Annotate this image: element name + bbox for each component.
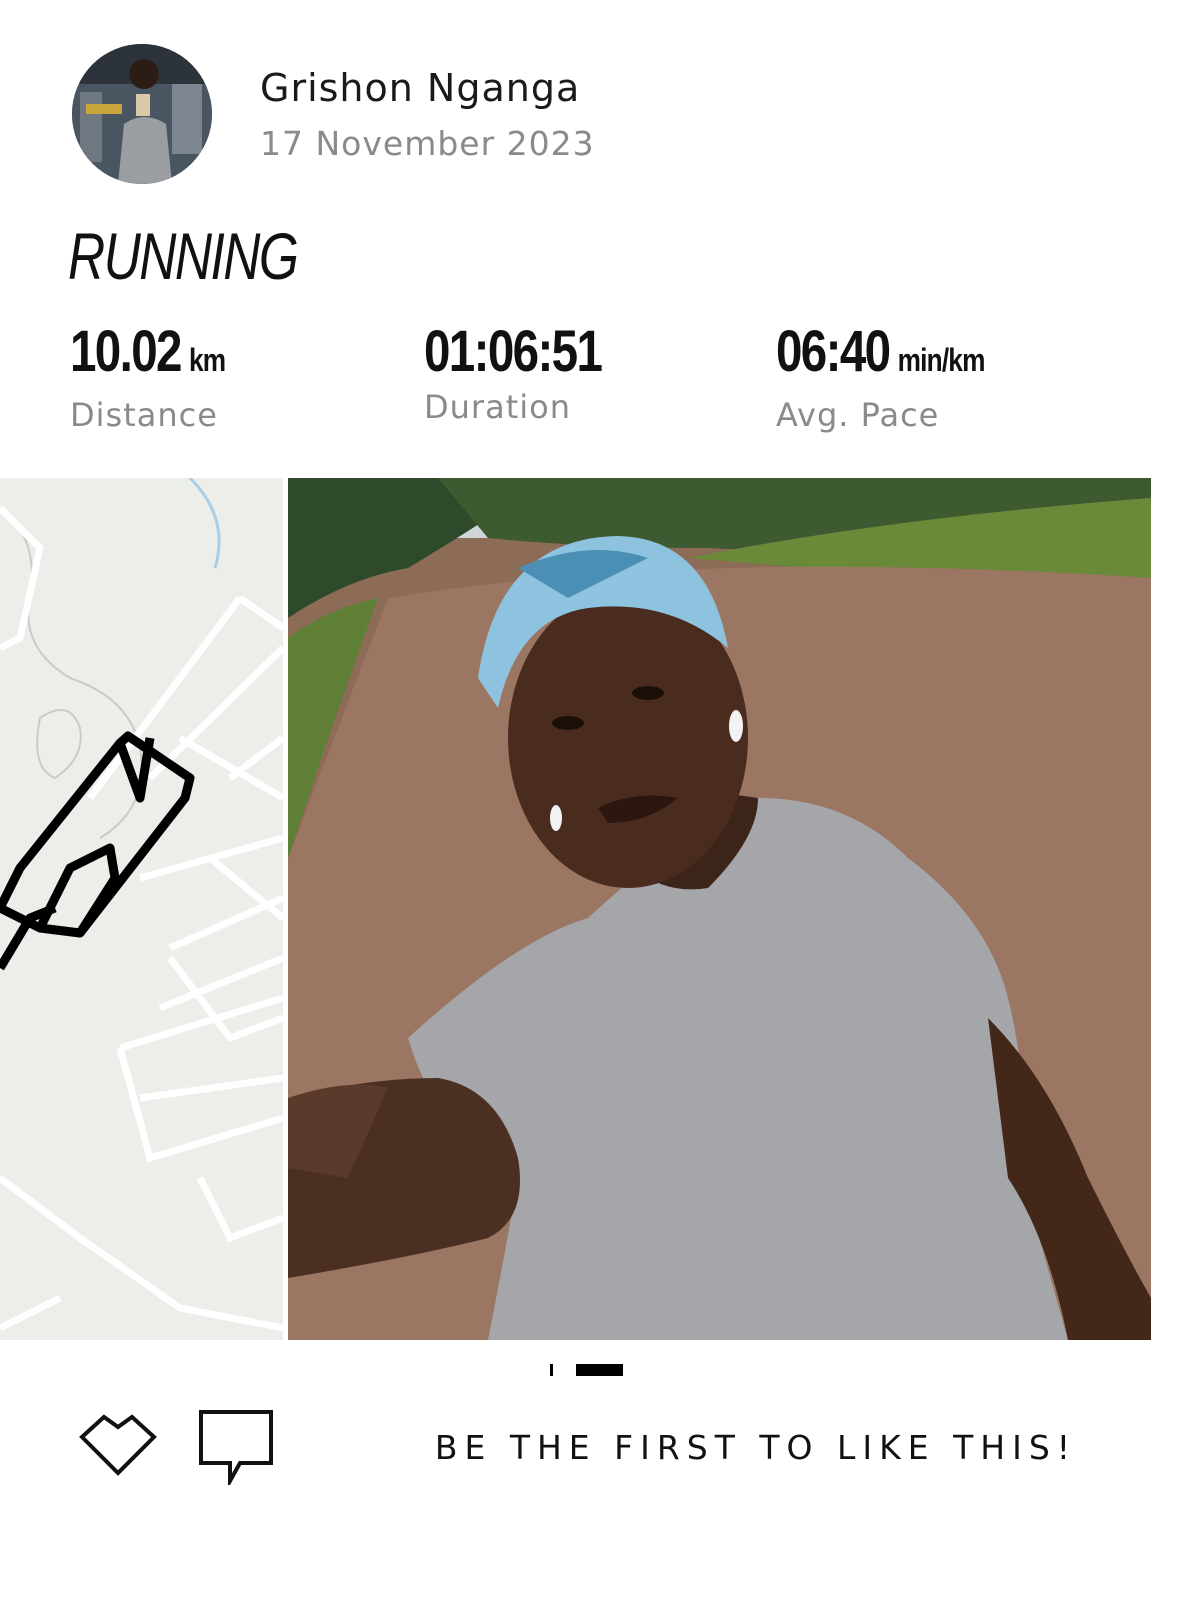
stat-unit: min/km xyxy=(897,342,986,378)
stat-unit: km xyxy=(189,342,226,378)
stat-label: Distance xyxy=(70,396,218,434)
stat-value: 10.02 km xyxy=(70,319,226,384)
stat-distance: 10.02 km Distance xyxy=(70,319,259,435)
stat-label: Duration xyxy=(424,388,571,426)
avatar[interactable] xyxy=(72,44,212,184)
stat-pace: 06:40 min/km Avg. Pace xyxy=(776,319,1030,435)
user-name[interactable]: Grishon Nganga xyxy=(260,66,580,110)
heart-outline-icon xyxy=(79,1414,157,1476)
comment-button[interactable] xyxy=(198,1409,274,1489)
pager-dot-active[interactable] xyxy=(576,1364,623,1376)
like-button[interactable] xyxy=(78,1413,158,1477)
stat-label: Avg. Pace xyxy=(776,396,940,434)
post-date: 17 November 2023 xyxy=(260,124,595,163)
pager-dot[interactable] xyxy=(550,1364,553,1376)
like-prompt: BE THE FIRST TO LIKE THIS! xyxy=(434,1428,1077,1467)
route-map[interactable] xyxy=(0,478,283,1340)
selfie-photo[interactable] xyxy=(288,478,1151,1340)
stat-duration: 01:06:51 Duration xyxy=(424,319,640,427)
activity-title: RUNNING xyxy=(68,219,299,293)
stat-value: 06:40 min/km xyxy=(776,319,986,384)
stat-value: 01:06:51 xyxy=(424,319,603,384)
media-carousel[interactable] xyxy=(0,478,1179,1340)
speech-bubble-icon xyxy=(199,1410,273,1489)
